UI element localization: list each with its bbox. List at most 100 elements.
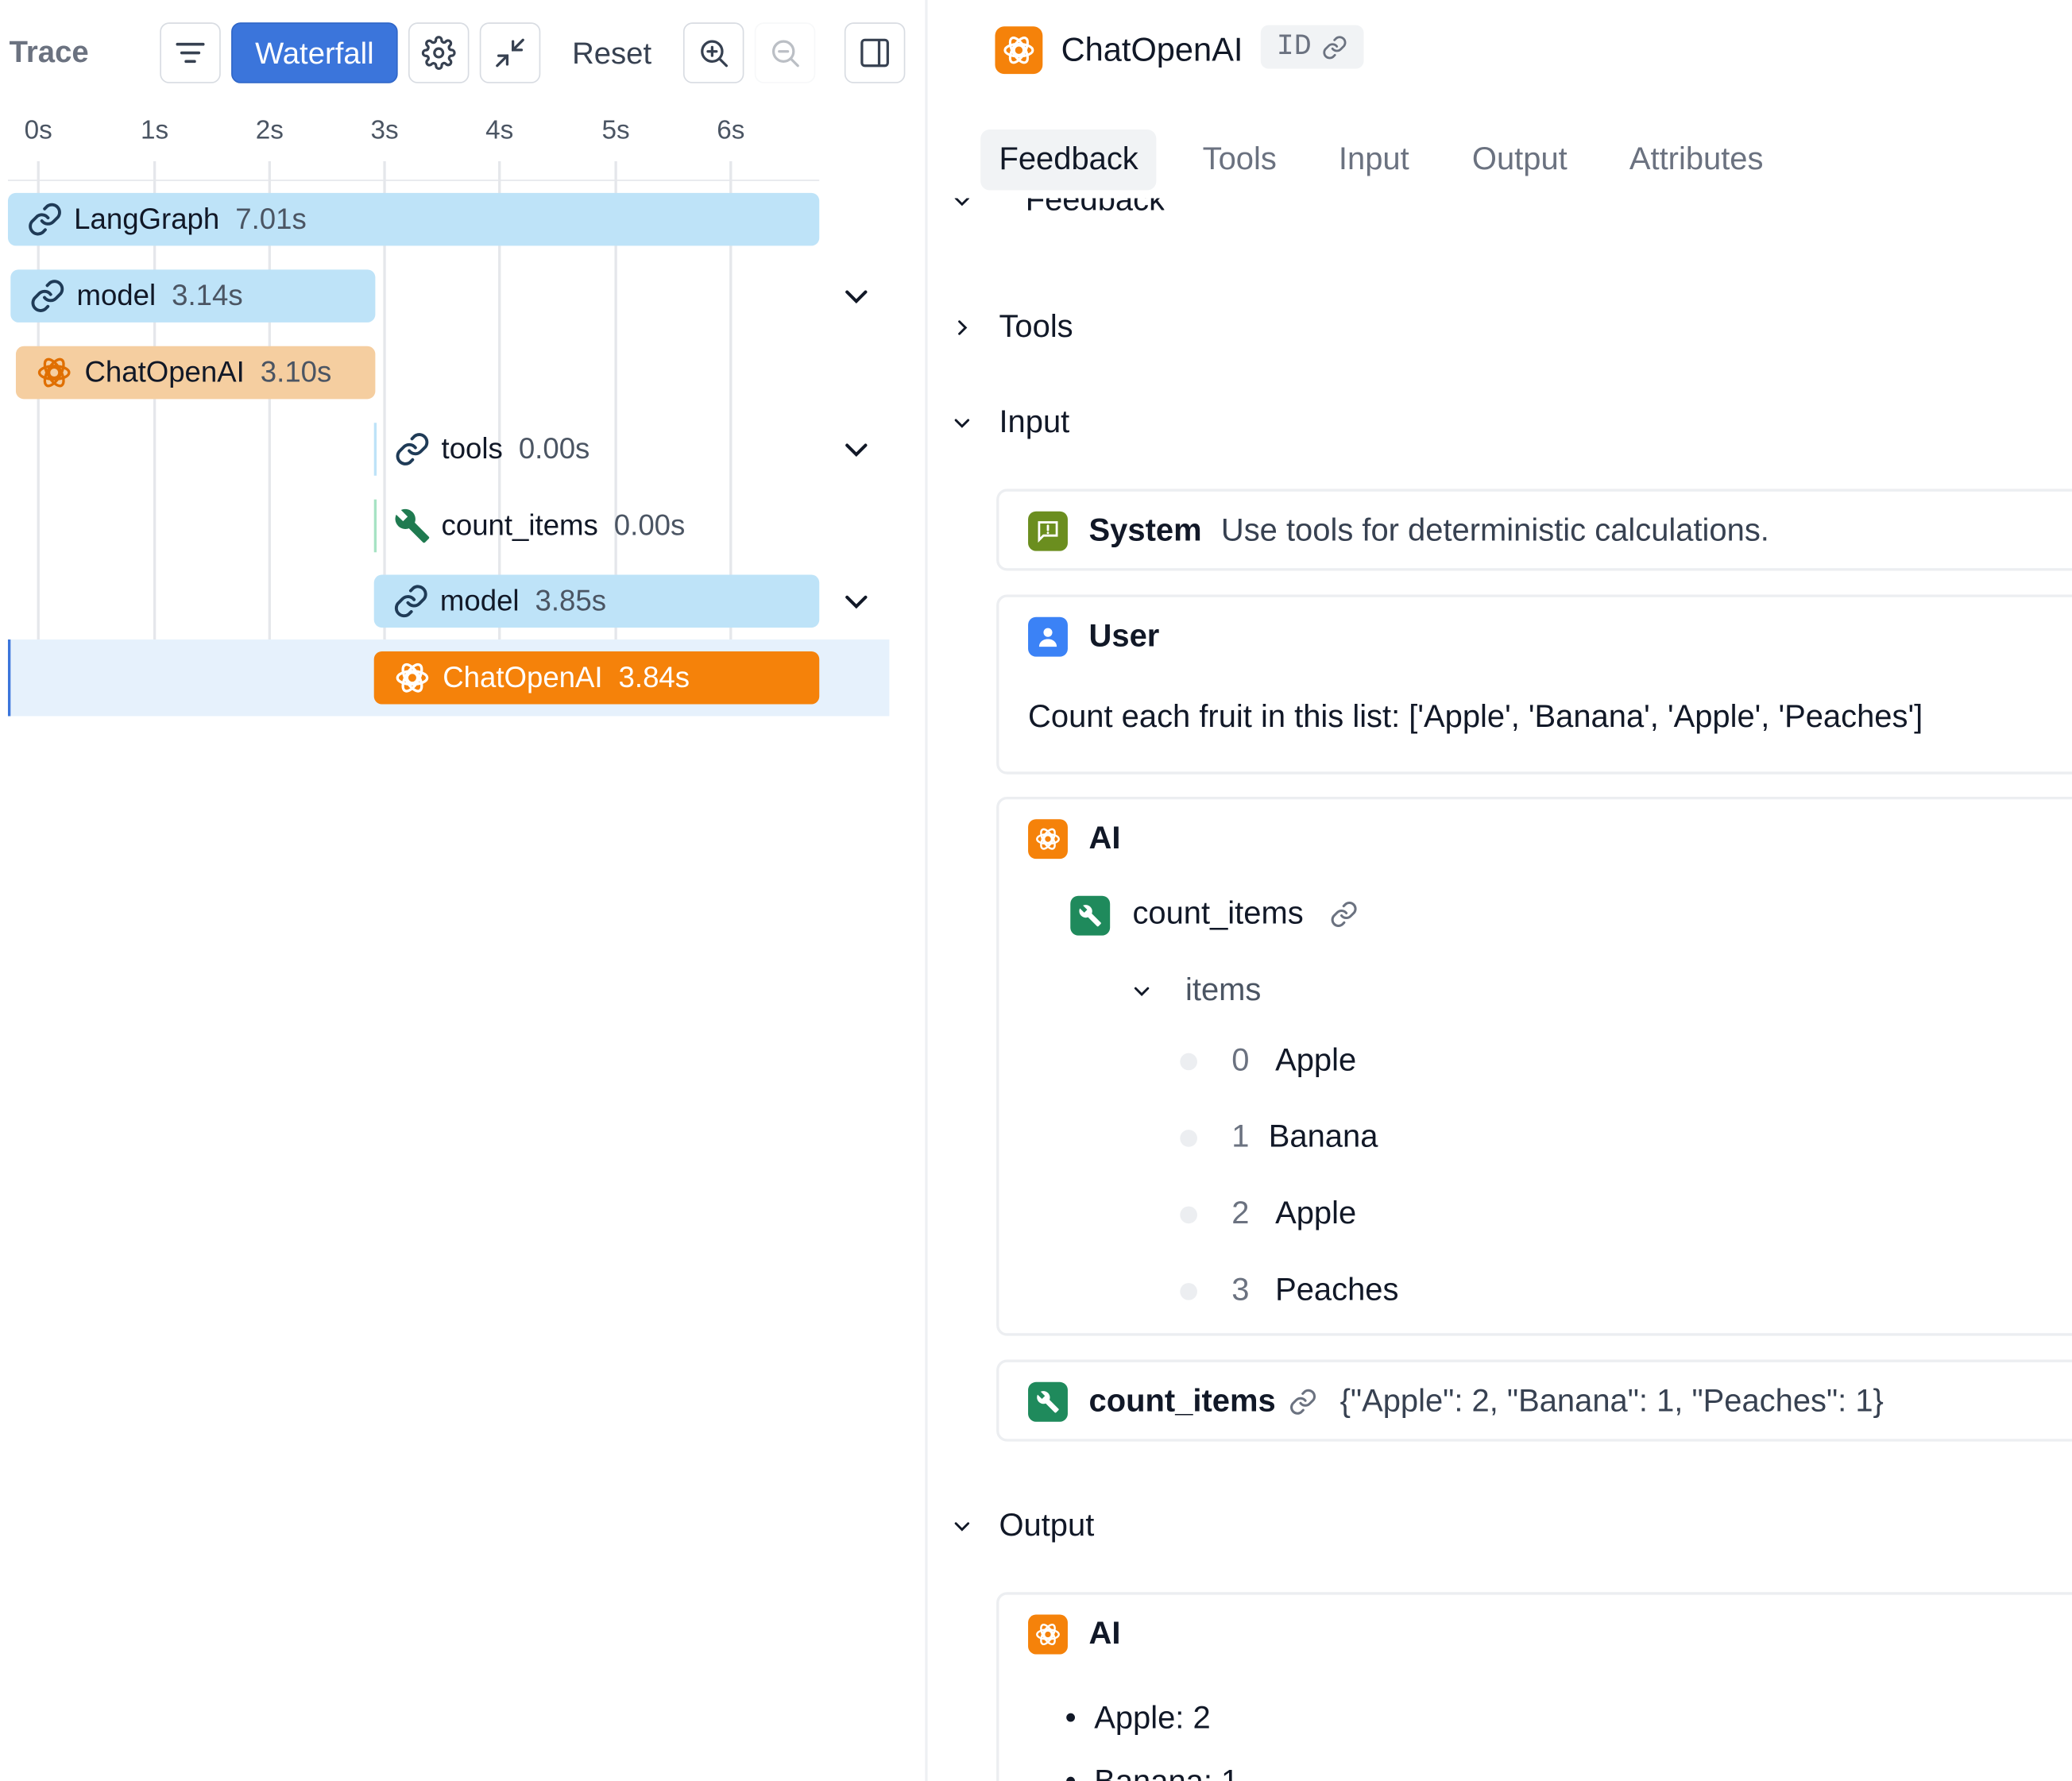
run-duration: 3.14s — [172, 278, 243, 312]
run-duration: 3.84s — [618, 660, 690, 694]
run-name: count_items — [441, 508, 598, 542]
chevron-down-icon[interactable] — [1131, 980, 1153, 1002]
message-card-tool: count_items {"Apple": 2, "Banana": 1, "P… — [996, 1359, 2072, 1442]
time-tick: 6s — [717, 116, 745, 145]
user-message-icon — [1028, 616, 1068, 657]
output-bullet: Apple: 2 — [1094, 1700, 1211, 1737]
message-role: AI — [1088, 1616, 1121, 1652]
toggle-panel-button[interactable] — [844, 22, 906, 83]
chevron-down-icon[interactable] — [841, 434, 872, 466]
item-value: Peaches — [1275, 1272, 1399, 1308]
message-role: AI — [1088, 820, 1121, 856]
item-index: 0 — [1231, 1042, 1250, 1079]
link-icon[interactable] — [1289, 1387, 1318, 1416]
zoom-out-button[interactable] — [754, 22, 816, 83]
filter-icon — [176, 42, 205, 64]
section-tools-header[interactable]: Tools — [952, 309, 1073, 346]
run-bar-langgraph[interactable]: LangGraph 7.01s — [7, 192, 820, 246]
message-card-system: System Use tools for deterministic calcu… — [996, 489, 2072, 571]
message-text: Count each fruit in this list: ['Apple',… — [1028, 698, 1923, 735]
chain-link-icon — [29, 203, 61, 236]
filter-button[interactable] — [160, 22, 221, 83]
wrench-icon — [1037, 1391, 1059, 1413]
section-output-header[interactable]: Output — [952, 1507, 1095, 1545]
ai-message-icon — [1028, 819, 1068, 860]
run-name: ChatOpenAI — [443, 660, 603, 694]
run-name: tools — [441, 431, 503, 466]
tab-tools[interactable]: Tools — [1184, 129, 1295, 191]
section-title: Tools — [999, 309, 1073, 346]
list-bullet — [1180, 1206, 1197, 1224]
item-value: Apple — [1275, 1042, 1357, 1079]
section-input-header[interactable]: Input — [952, 404, 1069, 442]
chevron-down-icon — [954, 419, 970, 428]
chain-link-icon — [396, 433, 429, 466]
waterfall-button[interactable]: Waterfall — [231, 22, 398, 83]
output-bullet-mark: • — [1065, 1700, 1077, 1737]
section-feedback-header[interactable]: Feedback — [952, 193, 1165, 230]
tool-name: count_items — [1088, 1383, 1276, 1420]
list-bullet — [1180, 1283, 1197, 1300]
output-bullet-mark: • — [1065, 1764, 1077, 1781]
run-duration: 3.10s — [260, 355, 332, 389]
time-tick: 1s — [141, 116, 169, 145]
tab-output[interactable]: Output — [1454, 129, 1586, 191]
openai-icon — [396, 663, 429, 693]
run-name: LangGraph — [74, 202, 220, 236]
run-type-icon — [995, 26, 1043, 75]
message-card-ai: AI count_items items 0 Apple 1 Banana 2 … — [996, 796, 2072, 1336]
gear-icon — [421, 36, 456, 70]
chevron-down-icon — [954, 1522, 970, 1532]
run-bar-chatopenai-selected[interactable]: ChatOpenAI 3.84s — [373, 651, 820, 705]
run-bar-count-items[interactable]: count_items 0.00s — [375, 500, 819, 553]
item-index: 1 — [1231, 1118, 1250, 1155]
tabs-underlay — [927, 190, 2072, 199]
sidebar-panel-icon — [860, 38, 889, 68]
run-bar-model-2[interactable]: model 3.85s — [373, 574, 820, 628]
openai-icon — [37, 357, 71, 388]
item-index: 3 — [1231, 1272, 1250, 1308]
link-icon[interactable] — [1329, 900, 1359, 929]
message-role: System — [1088, 512, 1202, 549]
run-name: model — [439, 584, 520, 617]
section-title: Output — [999, 1507, 1095, 1543]
tab-feedback[interactable]: Feedback — [980, 129, 1158, 191]
system-message-icon — [1028, 511, 1068, 551]
time-tick: 2s — [255, 116, 284, 145]
output-card-ai: AI • Apple: 2 • Banana: 1 — [996, 1592, 2072, 1781]
app-root: Trace Waterfall Reset 0s 1s 2s 3s 4s 5s … — [0, 0, 2072, 1781]
chevron-right-icon — [958, 320, 968, 335]
zoom-out-icon — [771, 40, 799, 68]
run-bar-tools[interactable]: tools 0.00s — [375, 423, 819, 476]
time-tick: 0s — [24, 116, 52, 145]
trace-panel: Trace Waterfall Reset 0s 1s 2s 3s 4s 5s … — [0, 0, 926, 1781]
trace-label: Trace — [9, 34, 89, 69]
zoom-in-icon — [701, 40, 729, 68]
collapse-button[interactable] — [479, 22, 541, 83]
settings-button[interactable] — [408, 22, 470, 83]
copy-id-button[interactable]: ID — [1260, 25, 1365, 69]
tab-input[interactable]: Input — [1320, 129, 1428, 191]
run-bar-chatopenai[interactable]: ChatOpenAI 3.10s — [15, 346, 376, 400]
tool-call-name: count_items — [1132, 895, 1304, 932]
run-name: ChatOpenAI — [84, 355, 245, 389]
chevron-down-icon[interactable] — [841, 280, 872, 312]
item-value: Apple — [1275, 1196, 1357, 1232]
openai-icon — [1036, 1624, 1060, 1645]
run-detail-panel: ChatOpenAI ID Feedback Tools Input Outpu… — [927, 0, 2072, 1781]
run-bar-model[interactable]: model 3.14s — [10, 269, 376, 323]
openai-icon — [1003, 37, 1034, 64]
chain-link-icon — [31, 280, 64, 312]
zoom-in-button[interactable] — [682, 22, 744, 83]
reset-button[interactable]: Reset — [555, 22, 669, 83]
tool-message-icon — [1028, 1381, 1068, 1422]
item-index: 2 — [1231, 1196, 1250, 1232]
selected-run-indicator — [7, 639, 11, 717]
tab-attributes[interactable]: Attributes — [1611, 129, 1782, 191]
chain-link-icon — [394, 585, 427, 618]
chat-alert-icon — [1038, 521, 1058, 543]
tool-call-icon — [1070, 895, 1111, 936]
run-duration: 0.00s — [613, 508, 686, 542]
chevron-down-icon[interactable] — [841, 585, 872, 617]
time-tick: 5s — [601, 116, 630, 145]
